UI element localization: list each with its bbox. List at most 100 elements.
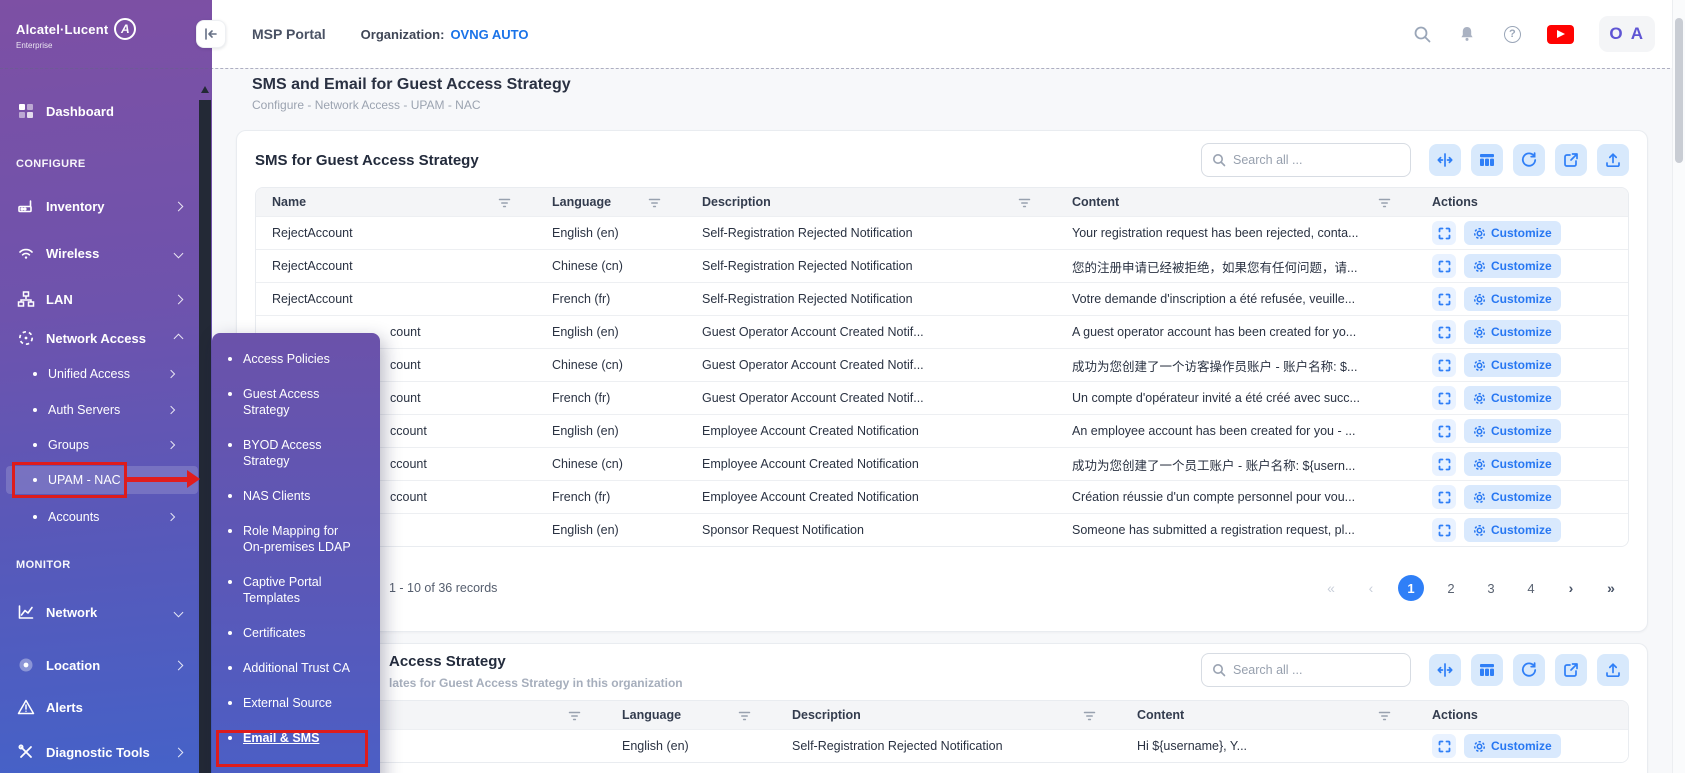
submenu-item-certificates[interactable]: Certificates bbox=[228, 625, 362, 641]
submenu-item-role-mapping-for-on-premises-ldap[interactable]: Role Mapping for On-premises LDAP bbox=[228, 523, 362, 555]
fit-columns-button[interactable] bbox=[1429, 144, 1461, 176]
table-row[interactable]: RejectAccount English (en) Self-Registra… bbox=[256, 216, 1628, 249]
columns-button[interactable] bbox=[1471, 144, 1503, 176]
fullscreen-icon[interactable] bbox=[1432, 518, 1456, 542]
sidebar-item-unified-access[interactable]: Unified Access bbox=[0, 360, 196, 388]
sidebar-scrollbar[interactable] bbox=[199, 100, 211, 773]
sidebar-item-diagnostic-tools[interactable]: Diagnostic Tools bbox=[0, 737, 196, 767]
open-external-button[interactable] bbox=[1555, 144, 1587, 176]
fullscreen-icon[interactable] bbox=[1432, 254, 1456, 278]
prev-page-button[interactable]: ‹ bbox=[1358, 575, 1384, 601]
column-header-language[interactable]: Language bbox=[606, 708, 776, 723]
customize-button[interactable]: Customize bbox=[1464, 386, 1561, 410]
refresh-button[interactable] bbox=[1513, 654, 1545, 686]
sms-search[interactable] bbox=[1201, 143, 1411, 177]
fullscreen-icon[interactable] bbox=[1432, 734, 1456, 758]
page-button-1[interactable]: 1 bbox=[1398, 575, 1424, 601]
sidebar-collapse-button[interactable] bbox=[196, 20, 226, 48]
upload-button[interactable] bbox=[1597, 144, 1629, 176]
fullscreen-icon[interactable] bbox=[1432, 353, 1456, 377]
customize-button[interactable]: Customize bbox=[1464, 254, 1561, 278]
page-scrollbar[interactable] bbox=[1672, 0, 1685, 773]
table-row[interactable]: count Chinese (cn) Guest Operator Accoun… bbox=[256, 348, 1628, 381]
sidebar-item-location[interactable]: Location bbox=[0, 650, 196, 680]
sidebar-item-wireless[interactable]: Wireless bbox=[0, 238, 196, 268]
submenu-item-byod-access-strategy[interactable]: BYOD Access Strategy bbox=[228, 437, 362, 469]
row-language: English (en) bbox=[536, 226, 686, 240]
fullscreen-icon[interactable] bbox=[1432, 485, 1456, 509]
fullscreen-icon[interactable] bbox=[1432, 320, 1456, 344]
row-content: 您的注册申请已经被拒绝，如果您有任何问题，请... bbox=[1056, 257, 1416, 276]
sms-table-header: Name Language Description Content bbox=[256, 188, 1628, 216]
page-button-4[interactable]: 4 bbox=[1518, 575, 1544, 601]
page-button-2[interactable]: 2 bbox=[1438, 575, 1464, 601]
submenu-item-access-policies[interactable]: Access Policies bbox=[228, 351, 362, 367]
submenu-item-guest-access-strategy[interactable]: Guest Access Strategy bbox=[228, 386, 362, 418]
fullscreen-icon[interactable] bbox=[1432, 419, 1456, 443]
page-button-3[interactable]: 3 bbox=[1478, 575, 1504, 601]
table-row[interactable]: ccount English (en) Employee Account Cre… bbox=[256, 414, 1628, 447]
column-header-description[interactable]: Description bbox=[776, 708, 1121, 723]
sidebar-item-dashboard[interactable]: Dashboard bbox=[0, 96, 196, 126]
table-row[interactable]: ccount French (fr) Employee Account Crea… bbox=[256, 480, 1628, 513]
row-content: 成功为您创建了一个访客操作员账户 - 账户名称: $... bbox=[1056, 356, 1416, 375]
youtube-icon[interactable] bbox=[1547, 24, 1574, 44]
fullscreen-icon[interactable] bbox=[1432, 386, 1456, 410]
sidebar-item-network[interactable]: Network bbox=[0, 597, 196, 627]
customize-button[interactable]: Customize bbox=[1464, 485, 1561, 509]
customize-button[interactable]: Customize bbox=[1464, 452, 1561, 476]
first-page-button[interactable]: « bbox=[1318, 575, 1344, 601]
sidebar-item-network-access[interactable]: Network Access bbox=[0, 323, 196, 353]
table-row[interactable]: ccount Chinese (cn) Employee Account Cre… bbox=[256, 447, 1628, 480]
fullscreen-icon[interactable] bbox=[1432, 287, 1456, 311]
customize-button[interactable]: Customize bbox=[1464, 221, 1561, 245]
email-search[interactable] bbox=[1201, 653, 1411, 687]
table-row[interactable]: count English (en) Guest Operator Accoun… bbox=[256, 315, 1628, 348]
next-page-button[interactable]: › bbox=[1558, 575, 1584, 601]
column-header-content[interactable]: Content bbox=[1121, 708, 1416, 723]
organization-value[interactable]: OVNG AUTO bbox=[450, 27, 528, 42]
column-header-description[interactable]: Description bbox=[686, 195, 1056, 210]
refresh-button[interactable] bbox=[1513, 144, 1545, 176]
customize-button[interactable]: Customize bbox=[1464, 518, 1561, 542]
last-page-button[interactable]: » bbox=[1598, 575, 1624, 601]
sidebar-item-alerts[interactable]: Alerts bbox=[0, 692, 196, 722]
customize-button[interactable]: Customize bbox=[1464, 734, 1561, 758]
fullscreen-icon[interactable] bbox=[1432, 452, 1456, 476]
column-header-name[interactable]: Name bbox=[256, 195, 536, 210]
submenu-item-additional-trust-ca[interactable]: Additional Trust CA bbox=[228, 660, 362, 676]
email-search-input[interactable] bbox=[1233, 663, 1400, 677]
columns-button[interactable] bbox=[1471, 654, 1503, 686]
customize-button[interactable]: Customize bbox=[1464, 287, 1561, 311]
submenu-item-nas-clients[interactable]: NAS Clients bbox=[228, 488, 362, 504]
column-header-content[interactable]: Content bbox=[1056, 195, 1416, 210]
help-icon[interactable]: ? bbox=[1502, 24, 1522, 44]
table-row[interactable]: RejectAccount Chinese (cn) Self-Registra… bbox=[256, 249, 1628, 282]
notification-bell-icon[interactable] bbox=[1457, 24, 1477, 44]
avatar[interactable]: O A bbox=[1599, 16, 1655, 52]
submenu-item-captive-portal-templates[interactable]: Captive Portal Templates bbox=[228, 574, 362, 606]
fit-columns-button[interactable] bbox=[1429, 654, 1461, 686]
table-row[interactable]: RejectAccount French (fr) Self-Registrat… bbox=[256, 282, 1628, 315]
sidebar-item-groups[interactable]: Groups bbox=[0, 431, 196, 459]
sidebar-item-auth-servers[interactable]: Auth Servers bbox=[0, 396, 196, 424]
fullscreen-icon[interactable] bbox=[1432, 221, 1456, 245]
table-row[interactable]: count French (fr) Guest Operator Account… bbox=[256, 381, 1628, 414]
customize-button[interactable]: Customize bbox=[1464, 353, 1561, 377]
sidebar-scrollbar-up-arrow[interactable] bbox=[201, 86, 209, 93]
submenu-item-external-source[interactable]: External Source bbox=[228, 695, 362, 711]
upload-button[interactable] bbox=[1597, 654, 1629, 686]
table-row[interactable]: English (en) Sponsor Request Notificatio… bbox=[256, 513, 1628, 546]
page-scrollbar-thumb[interactable] bbox=[1675, 18, 1683, 163]
open-external-button[interactable] bbox=[1555, 654, 1587, 686]
customize-button[interactable]: Customize bbox=[1464, 419, 1561, 443]
table-row[interactable]: English (en) Self-Registration Rejected … bbox=[256, 729, 1628, 762]
column-header-language[interactable]: Language bbox=[536, 195, 686, 210]
sidebar-item-inventory[interactable]: Inventory bbox=[0, 191, 196, 221]
sidebar-item-lan[interactable]: LAN bbox=[0, 284, 196, 314]
sms-search-input[interactable] bbox=[1233, 153, 1400, 167]
sidebar-item-accounts[interactable]: Accounts bbox=[0, 503, 196, 531]
submenu-item-email-sms[interactable]: Email & SMS bbox=[228, 730, 362, 746]
search-icon[interactable] bbox=[1412, 24, 1432, 44]
customize-button[interactable]: Customize bbox=[1464, 320, 1561, 344]
